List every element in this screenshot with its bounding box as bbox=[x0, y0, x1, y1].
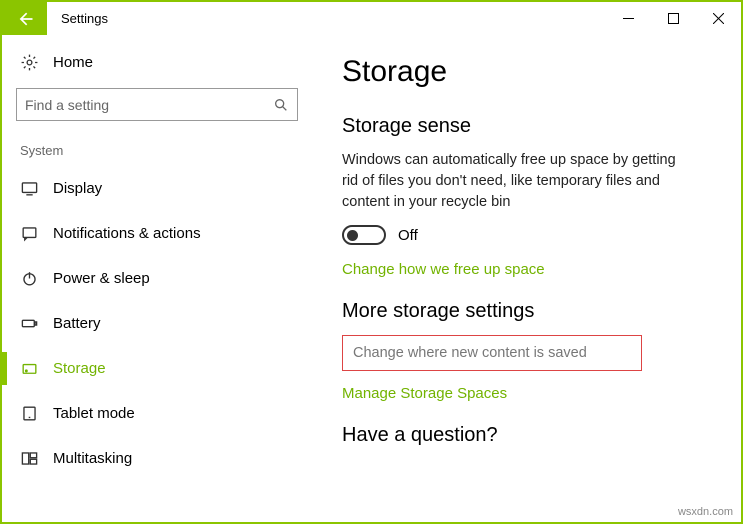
search-icon bbox=[273, 97, 289, 113]
maximize-button[interactable] bbox=[651, 2, 696, 35]
toggle-state-label: Off bbox=[398, 227, 418, 244]
display-icon bbox=[20, 179, 39, 198]
notifications-icon bbox=[20, 224, 39, 243]
page-title: Storage bbox=[342, 55, 711, 89]
sense-description: Windows can automatically free up space … bbox=[342, 150, 682, 213]
window-title: Settings bbox=[47, 2, 122, 35]
home-label: Home bbox=[53, 54, 93, 71]
home-button[interactable]: Home bbox=[14, 47, 300, 82]
storage-sense-toggle[interactable] bbox=[342, 225, 386, 245]
power-icon bbox=[20, 269, 39, 288]
tablet-icon bbox=[20, 404, 39, 423]
highlighted-link-box: Change where new content is saved bbox=[342, 335, 642, 371]
sidebar-item-power[interactable]: Power & sleep bbox=[14, 256, 300, 301]
sidebar: Home System Display Notifications & acti… bbox=[2, 35, 312, 522]
section-heading-question: Have a question? bbox=[342, 424, 711, 447]
link-change-free-space[interactable]: Change how we free up space bbox=[342, 261, 711, 278]
sidebar-item-display[interactable]: Display bbox=[14, 166, 300, 211]
multitasking-icon bbox=[20, 449, 39, 468]
storage-icon bbox=[20, 359, 39, 378]
search-field[interactable] bbox=[25, 97, 273, 113]
sidebar-item-label: Tablet mode bbox=[53, 405, 135, 422]
sidebar-item-storage[interactable]: Storage bbox=[14, 346, 300, 391]
sidebar-item-label: Power & sleep bbox=[53, 270, 150, 287]
sidebar-item-battery[interactable]: Battery bbox=[14, 301, 300, 346]
main-panel: Storage Storage sense Windows can automa… bbox=[312, 35, 741, 522]
close-button[interactable] bbox=[696, 2, 741, 35]
watermark: wsxdn.com bbox=[678, 506, 733, 518]
section-heading-more: More storage settings bbox=[342, 300, 711, 323]
gear-icon bbox=[20, 53, 39, 72]
sidebar-item-multitasking[interactable]: Multitasking bbox=[14, 436, 300, 481]
sidebar-item-label: Notifications & actions bbox=[53, 225, 201, 242]
section-heading-sense: Storage sense bbox=[342, 115, 711, 138]
titlebar: Settings bbox=[2, 2, 741, 35]
sidebar-item-notifications[interactable]: Notifications & actions bbox=[14, 211, 300, 256]
link-manage-storage-spaces[interactable]: Manage Storage Spaces bbox=[342, 385, 711, 402]
minimize-button[interactable] bbox=[606, 2, 651, 35]
search-input[interactable] bbox=[16, 88, 298, 121]
sidebar-item-label: Multitasking bbox=[53, 450, 132, 467]
sidebar-item-label: Display bbox=[53, 180, 102, 197]
link-change-where-saved[interactable]: Change where new content is saved bbox=[353, 345, 587, 361]
sidebar-item-label: Battery bbox=[53, 315, 101, 332]
battery-icon bbox=[20, 314, 39, 333]
back-button[interactable] bbox=[2, 2, 47, 35]
sidebar-item-label: Storage bbox=[53, 360, 106, 377]
group-header-system: System bbox=[14, 139, 300, 166]
sidebar-item-tablet[interactable]: Tablet mode bbox=[14, 391, 300, 436]
